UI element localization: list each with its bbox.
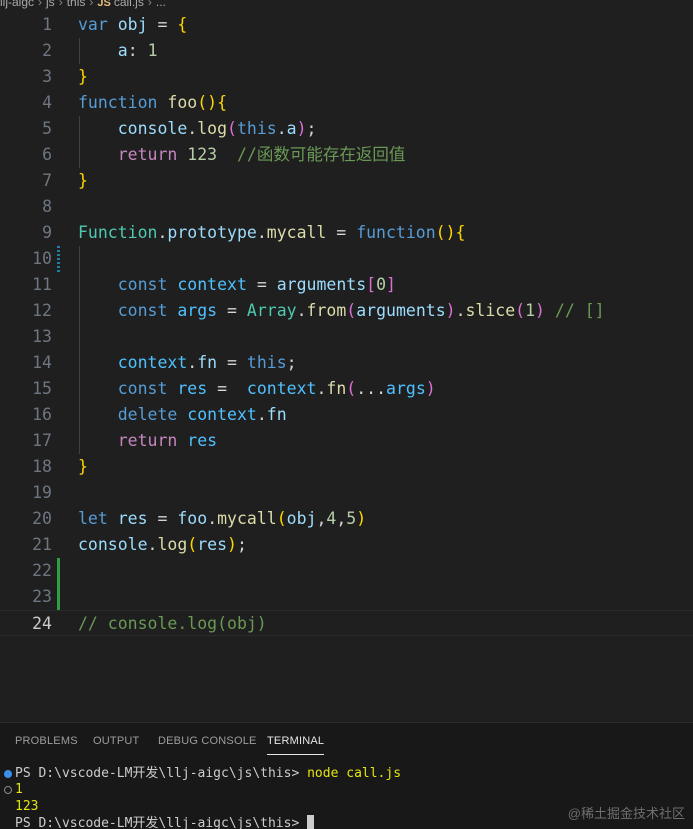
terminal-output-line: 123 — [15, 799, 39, 814]
code-line[interactable]: 12 const args = Array.from(arguments).sl… — [0, 298, 693, 324]
code-line[interactable]: 4 function foo(){ — [0, 90, 693, 116]
line-number: 19 — [32, 483, 52, 502]
breadcrumb-item-js[interactable]: js — [46, 0, 55, 8]
line-number: 13 — [32, 327, 52, 346]
line-number: 9 — [42, 223, 52, 242]
line-number: 17 — [32, 431, 52, 450]
code-line[interactable]: 10 — [0, 246, 693, 272]
code-text: a: 1 — [117, 41, 158, 60]
terminal-cursor — [307, 815, 315, 829]
code-text: const res = context.fn(...args) — [117, 379, 436, 398]
code-text: function foo(){ — [78, 93, 228, 112]
code-line[interactable]: 18 } — [0, 454, 693, 480]
code-line[interactable]: 21 console.log(res); — [0, 532, 693, 558]
breadcrumb-item-symbols[interactable]: ... — [156, 0, 166, 8]
code-text: } — [78, 67, 88, 86]
code-line[interactable]: 2 a: 1 — [0, 38, 693, 64]
line-number: 20 — [32, 509, 52, 528]
line-number: 1 — [42, 15, 52, 34]
code-text: const context = arguments[0] — [117, 275, 396, 294]
code-text: var obj = { — [78, 15, 188, 34]
code-line[interactable]: 22 — [0, 558, 693, 584]
code-line[interactable]: 13 — [0, 324, 693, 350]
watermark: @稀土掘金技术社区 — [567, 806, 685, 821]
chevron-right-icon: › — [147, 0, 152, 9]
code-line[interactable]: 5 console.log(this.a); — [0, 116, 693, 142]
terminal-output-line: 1 — [15, 782, 23, 797]
code-text: // console.log(obj) — [78, 614, 267, 633]
breadcrumb-item-folder[interactable]: llj-aigc — [0, 0, 34, 8]
vscode-window: llj-aigc › js › this › JS call.js ›... 1 var obj… — [0, 0, 693, 829]
code-line[interactable]: 16 delete context.fn — [0, 402, 693, 428]
breadcrumb-file-wrapper: JS call.js — [97, 0, 143, 9]
code-line[interactable]: 1 var obj = { — [0, 12, 693, 38]
chevron-right-icon: › — [89, 0, 94, 9]
code-line[interactable]: 9 Function.prototype.mycall = function()… — [0, 220, 693, 246]
line-number: 4 — [42, 93, 52, 112]
code-editor[interactable]: 1 var obj = { 2 a: 1 3 } 4 function foo(… — [0, 12, 693, 722]
javascript-file-icon: JS — [97, 0, 111, 9]
code-line[interactable]: 6 return 123 //函数可能存在返回值 — [0, 142, 693, 168]
line-number: 21 — [32, 535, 52, 554]
chevron-right-icon: › — [38, 0, 43, 9]
line-number: 18 — [32, 457, 52, 476]
breadcrumb-item-this[interactable]: this — [67, 0, 86, 8]
command-decoration-icon — [4, 786, 12, 794]
code-text: delete context.fn — [117, 405, 287, 424]
tab-terminal[interactable]: TERMINAL — [267, 735, 325, 755]
line-number: 11 — [32, 275, 52, 294]
panel-tabs: PROBLEMS OUTPUT DEBUG CONSOLE TERMINAL — [0, 723, 693, 759]
line-number: 7 — [42, 171, 52, 190]
code-line[interactable]: 23 — [0, 584, 693, 610]
code-text: return res — [117, 431, 218, 450]
code-line[interactable]: 14 context.fn = this; — [0, 350, 693, 376]
line-number: 3 — [42, 67, 52, 86]
chevron-right-icon: › — [58, 0, 63, 9]
tab-problems[interactable]: PROBLEMS — [15, 735, 78, 747]
code-text: const args = Array.from(arguments).slice… — [117, 301, 605, 320]
code-text: Function.prototype.mycall = function(){ — [78, 223, 466, 242]
code-text: } — [78, 171, 88, 190]
tab-output[interactable]: OUTPUT — [93, 735, 139, 747]
code-line[interactable]: 20 let res = foo.mycall(obj,4,5) — [0, 506, 693, 532]
code-text: return 123 //函数可能存在返回值 — [117, 145, 406, 164]
line-number: 5 — [42, 119, 52, 138]
line-number: 24 — [32, 614, 52, 633]
line-number: 15 — [32, 379, 52, 398]
terminal-line-command[interactable]: PS D:\vscode-LM开发\llj-aigc\js\this> node… — [15, 765, 401, 782]
line-number: 6 — [42, 145, 52, 164]
code-line-current[interactable]: 24 // console.log(obj) — [0, 610, 693, 636]
code-line[interactable]: 19 — [0, 480, 693, 506]
code-text: console.log(res); — [78, 535, 247, 554]
tab-debug-console[interactable]: DEBUG CONSOLE — [158, 735, 257, 747]
line-number: 14 — [32, 353, 52, 372]
line-number: 23 — [32, 587, 52, 606]
code-text: } — [78, 457, 88, 476]
breadcrumb-item-file[interactable]: call.js — [114, 0, 144, 9]
code-text: console.log(this.a); — [117, 119, 317, 138]
code-line[interactable]: 17 return res — [0, 428, 693, 454]
code-line[interactable]: 15 const res = context.fn(...args) — [0, 376, 693, 402]
breadcrumb: llj-aigc › js › this › JS call.js ›... — [0, 0, 693, 12]
code-line[interactable]: 11 const context = arguments[0] — [0, 272, 693, 298]
terminal-prompt-line[interactable]: PS D:\vscode-LM开发\llj-aigc\js\this> — [15, 815, 315, 829]
command-success-icon[interactable] — [4, 770, 12, 778]
line-number: 12 — [32, 301, 52, 320]
code-line[interactable]: 7 } — [0, 168, 693, 194]
bottom-panel: PROBLEMS OUTPUT DEBUG CONSOLE TERMINAL P… — [0, 722, 693, 829]
code-line[interactable]: 8 — [0, 194, 693, 220]
line-number: 22 — [32, 561, 52, 580]
line-number: 10 — [32, 249, 52, 268]
line-number: 16 — [32, 405, 52, 424]
line-number: 8 — [42, 197, 52, 216]
code-line[interactable]: 3 } — [0, 64, 693, 90]
code-text: let res = foo.mycall(obj,4,5) — [78, 509, 367, 528]
code-text: context.fn = this; — [117, 353, 297, 372]
line-number: 2 — [42, 41, 52, 60]
